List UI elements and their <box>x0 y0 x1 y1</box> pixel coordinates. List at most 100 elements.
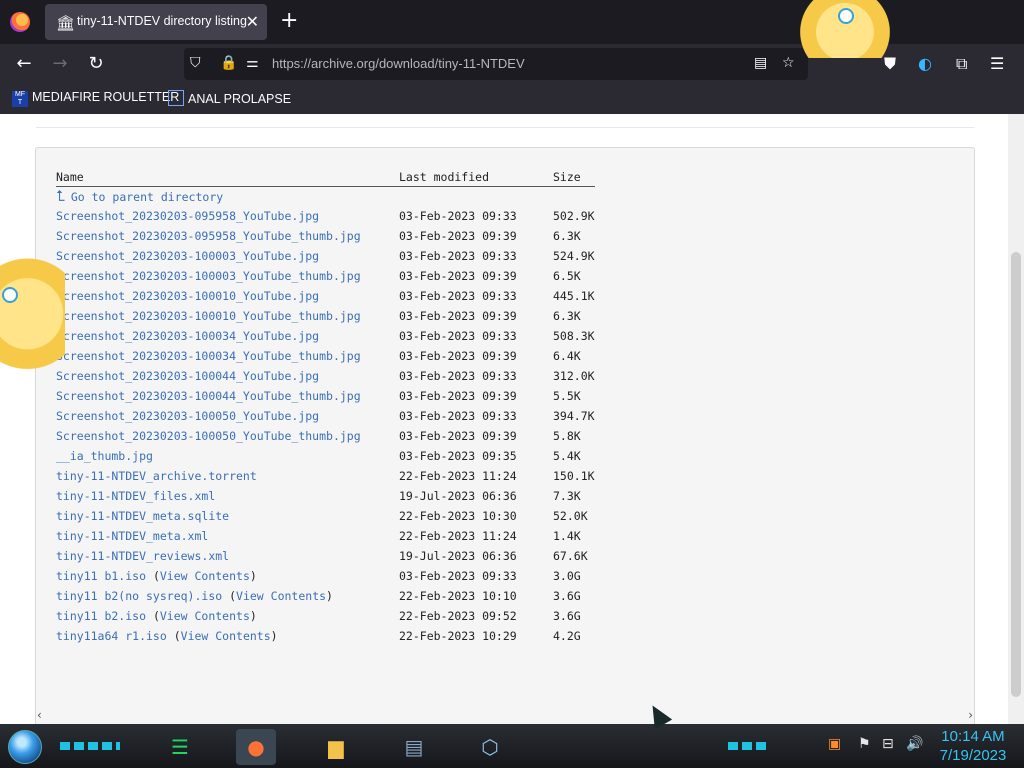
file-link[interactable]: Screenshot_20230203-100010_YouTube.jpg <box>56 289 319 303</box>
file-size: 502.9K <box>553 209 595 223</box>
file-row: Screenshot_20230203-100044_YouTube_thumb… <box>56 386 595 406</box>
file-size: 1.4K <box>553 529 581 543</box>
spotify-icon[interactable]: ☰ <box>160 729 200 765</box>
bookmark-mediafire[interactable]: MF T MEDIAFIRE ROULETTER <box>12 90 179 107</box>
file-explorer-icon[interactable]: ▆ <box>316 729 356 765</box>
horizontal-scrollbar[interactable]: ‹ › <box>35 708 975 724</box>
view-contents-link[interactable]: View Contents <box>181 629 271 643</box>
file-size: 6.3K <box>553 309 581 323</box>
file-link[interactable]: tiny11 b2.iso <box>56 609 146 623</box>
file-link[interactable]: tiny11 b2(no sysreq).iso <box>56 589 222 603</box>
taskbar: ☰ ● ▆ ▤ ⬡ ▣ ⚑ ⊟ 🔊 10:14 AM 7/19/2023 <box>0 724 1024 768</box>
volume-icon[interactable]: 🔊 <box>906 736 923 752</box>
file-size: 4.2G <box>553 629 581 643</box>
file-size: 7.3K <box>553 489 581 503</box>
scrollbar-thumb[interactable] <box>1011 252 1021 697</box>
divider <box>36 127 974 128</box>
file-size: 6.4K <box>553 349 581 363</box>
file-link[interactable]: Screenshot_20230203-095958_YouTube.jpg <box>56 209 319 223</box>
mascot-character <box>790 0 900 58</box>
file-modified: 03-Feb-2023 09:33 <box>399 209 517 223</box>
reader-view-icon[interactable]: ▤ <box>754 55 767 71</box>
app-menu-icon[interactable]: ☰ <box>990 54 1004 73</box>
file-row: Screenshot_20230203-100034_YouTube_thumb… <box>56 346 595 366</box>
new-tab-icon[interactable]: + <box>280 9 298 33</box>
file-link[interactable]: Screenshot_20230203-095958_YouTube_thumb… <box>56 229 361 243</box>
virtualbox-icon[interactable]: ⬡ <box>470 729 510 765</box>
file-row: Screenshot_20230203-100034_YouTube.jpg 03… <box>56 326 595 346</box>
back-icon[interactable]: ← <box>12 52 36 76</box>
file-row: Screenshot_20230203-100050_YouTube.jpg 03… <box>56 406 595 426</box>
vertical-scrollbar[interactable] <box>1008 114 1024 724</box>
file-link[interactable]: Screenshot_20230203-100050_YouTube_thumb… <box>56 429 361 443</box>
file-modified: 19-Jul-2023 06:36 <box>399 549 517 563</box>
firefox-menu-icon[interactable] <box>10 12 30 32</box>
file-link[interactable]: tiny-11-NTDEV_archive.torrent <box>56 469 257 483</box>
view-contents-link[interactable]: View Contents <box>160 609 250 623</box>
file-modified: 03-Feb-2023 09:39 <box>399 349 517 363</box>
tray-app-icon[interactable]: ▣ <box>828 736 841 752</box>
clock-date[interactable]: 7/19/2023 <box>930 747 1016 764</box>
parent-directory-link[interactable]: Go to parent directory <box>71 190 223 204</box>
file-size: 312.0K <box>553 369 595 383</box>
address-bar[interactable]: ⛉ 🔒 ⚌ https://archive.org/download/tiny-… <box>184 48 808 80</box>
file-modified: 03-Feb-2023 09:39 <box>399 389 517 403</box>
control-panel-icon[interactable]: ▤ <box>394 729 434 765</box>
bookmark-second[interactable]: ANAL PROLAPSE <box>168 90 291 106</box>
close-tab-icon[interactable]: ✕ <box>246 12 259 31</box>
file-size: 67.6K <box>553 549 588 563</box>
archive-icon: 🏛 <box>56 14 76 32</box>
lock-icon[interactable]: 🔒 <box>220 55 237 71</box>
file-size: 6.3K <box>553 229 581 243</box>
file-modified: 19-Jul-2023 06:36 <box>399 489 517 503</box>
file-size: 150.1K <box>553 469 595 483</box>
file-link[interactable]: Screenshot_20230203-100003_YouTube.jpg <box>56 249 319 263</box>
file-modified: 22-Feb-2023 10:10 <box>399 589 517 603</box>
start-button[interactable] <box>8 730 42 764</box>
view-contents-link[interactable]: View Contents <box>236 589 326 603</box>
file-link[interactable]: tiny-11-NTDEV_meta.sqlite <box>56 509 229 523</box>
view-contents-link[interactable]: View Contents <box>160 569 250 583</box>
clock-time[interactable]: 10:14 AM <box>930 728 1016 745</box>
scroll-right-icon[interactable]: › <box>968 708 973 722</box>
url-text[interactable]: https://archive.org/download/tiny-11-NTD… <box>272 56 525 71</box>
header-modified: Last modified <box>399 168 553 187</box>
file-modified: 03-Feb-2023 09:39 <box>399 429 517 443</box>
file-link[interactable]: __ia_thumb.jpg <box>56 449 153 463</box>
file-row: tiny-11-NTDEV_meta.sqlite 22-Feb-2023 10:… <box>56 506 595 526</box>
taskbar-decoration <box>60 742 120 750</box>
file-link[interactable]: tiny-11-NTDEV_files.xml <box>56 489 215 503</box>
file-link[interactable]: Screenshot_20230203-100010_YouTube_thumb… <box>56 309 361 323</box>
file-link[interactable]: tiny-11-NTDEV_meta.xml <box>56 529 208 543</box>
extensions-icon[interactable]: ⧉ <box>956 54 967 74</box>
scroll-left-icon[interactable]: ‹ <box>37 708 42 722</box>
page-content: Name Last modified Size ⮤ Go to parent di… <box>0 114 1008 727</box>
file-link[interactable]: tiny-11-NTDEV_reviews.xml <box>56 549 229 563</box>
tab-active[interactable]: 🏛 tiny-11-NTDEV directory listing ✕ <box>45 4 267 40</box>
firefox-icon[interactable]: ● <box>236 729 276 765</box>
file-row: Screenshot_20230203-100003_YouTube.jpg 03… <box>56 246 595 266</box>
file-link[interactable]: Screenshot_20230203-100034_YouTube_thumb… <box>56 349 361 363</box>
file-modified: 22-Feb-2023 09:52 <box>399 609 517 623</box>
file-link[interactable]: tiny11 b1.iso <box>56 569 146 583</box>
file-row: __ia_thumb.jpg 03-Feb-2023 09:35 5.4K <box>56 446 595 466</box>
file-link[interactable]: tiny11a64 r1.iso <box>56 629 167 643</box>
file-row: Screenshot_20230203-100010_YouTube_thumb… <box>56 306 595 326</box>
file-size: 3.6G <box>553 609 581 623</box>
file-link[interactable]: Screenshot_20230203-100003_YouTube_thumb… <box>56 269 361 283</box>
file-modified: 22-Feb-2023 10:29 <box>399 629 517 643</box>
forward-icon[interactable]: → <box>48 52 72 76</box>
file-size: 508.3K <box>553 329 595 343</box>
tracking-shield-icon[interactable]: ⛉ <box>190 55 201 71</box>
reload-icon[interactable]: ↻ <box>84 52 108 76</box>
directory-listing: Name Last modified Size ⮤ Go to parent di… <box>35 147 975 727</box>
action-center-flag-icon[interactable]: ⚑ <box>858 736 871 752</box>
file-link[interactable]: Screenshot_20230203-100044_YouTube_thumb… <box>56 389 361 403</box>
permissions-icon[interactable]: ⚌ <box>246 55 259 71</box>
account-icon[interactable]: ◐ <box>918 54 932 73</box>
network-icon[interactable]: ⊟ <box>882 736 894 752</box>
file-row: tiny11 b1.iso (View Contents) 03-Feb-2023… <box>56 566 595 586</box>
file-link[interactable]: Screenshot_20230203-100034_YouTube.jpg <box>56 329 319 343</box>
file-link[interactable]: Screenshot_20230203-100050_YouTube.jpg <box>56 409 319 423</box>
file-link[interactable]: Screenshot_20230203-100044_YouTube.jpg <box>56 369 319 383</box>
